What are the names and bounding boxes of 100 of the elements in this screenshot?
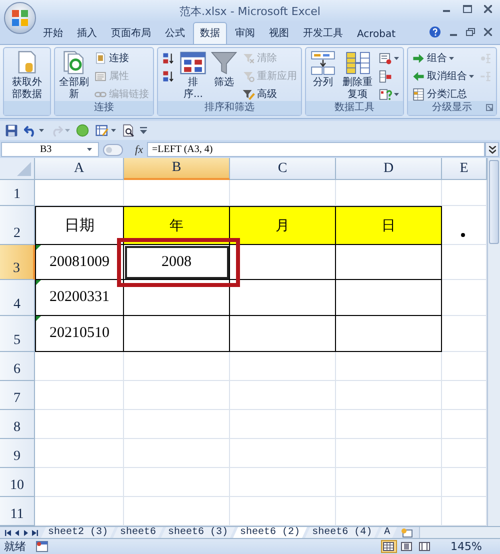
table-cell[interactable] xyxy=(230,245,336,280)
table-cell[interactable] xyxy=(336,245,442,280)
column-header[interactable]: A xyxy=(35,158,124,180)
ribbon-button[interactable]: 连接 xyxy=(92,49,152,67)
row-header[interactable]: 3 xyxy=(0,245,35,280)
column-header[interactable]: D xyxy=(336,158,442,180)
table-cell[interactable]: 日 xyxy=(336,206,442,245)
help-icon[interactable] xyxy=(429,26,441,38)
ribbon-tab[interactable]: 开发工具 xyxy=(297,23,349,44)
table-cell[interactable] xyxy=(230,316,336,352)
ribbon-tab[interactable]: 数据 xyxy=(193,22,227,44)
ribbon-tab[interactable]: Acrobat xyxy=(351,26,402,44)
round-button-icon[interactable] xyxy=(103,144,123,156)
sort-ascending-icon xyxy=(162,52,176,64)
normal-view-icon xyxy=(383,542,394,551)
show-detail-icon xyxy=(479,52,492,64)
window-title: 范本.xlsx - Microsoft Excel xyxy=(180,4,320,18)
row-header[interactable]: 6 xyxy=(0,352,35,381)
row-header[interactable]: 4 xyxy=(0,280,35,316)
remove-duplicates-icon xyxy=(344,50,371,76)
close-icon[interactable] xyxy=(484,28,492,36)
ribbon-tab[interactable]: 页面布局 xyxy=(105,23,157,44)
sheet-tab[interactable]: sheet2 (3) xyxy=(41,527,116,538)
table-cell[interactable]: 20200331 xyxy=(35,280,124,316)
table-cell[interactable]: 2008 xyxy=(124,245,230,280)
sheet-tab[interactable]: sheet6 (4) xyxy=(305,527,380,538)
table-cell[interactable] xyxy=(230,280,336,316)
sheet-tab[interactable]: sheet6 (3) xyxy=(161,527,236,538)
toolbar-button[interactable] xyxy=(4,123,19,138)
circle-icon xyxy=(76,124,89,137)
select-all-icon[interactable] xyxy=(17,162,31,176)
table-cell[interactable] xyxy=(124,316,230,352)
table-cell[interactable]: 20210510 xyxy=(35,316,124,352)
group-label: 分级显示 xyxy=(408,101,496,115)
arrow-right-icon xyxy=(412,52,425,64)
caret-icon xyxy=(87,148,92,151)
sheet-tab[interactable]: sheet6 (2) xyxy=(233,527,308,538)
view-button[interactable] xyxy=(380,540,397,553)
ribbon-tab[interactable]: 审阅 xyxy=(229,23,261,44)
row-header[interactable]: 5 xyxy=(0,316,35,352)
table-cell[interactable]: 日期 xyxy=(35,206,124,245)
toolbar-button[interactable] xyxy=(121,123,136,138)
ribbon-button[interactable]: 高级 xyxy=(240,85,300,101)
toolbar-button[interactable] xyxy=(23,123,45,138)
macro-record-icon[interactable] xyxy=(36,541,48,552)
sheet-tab[interactable]: A xyxy=(377,527,398,538)
view-button[interactable] xyxy=(416,540,433,553)
maximize-icon[interactable] xyxy=(463,5,472,13)
table-cell[interactable]: 年 xyxy=(124,206,230,245)
sheet-nav-icon[interactable] xyxy=(32,530,38,536)
formula-field[interactable]: =LEFT (A3, 4) xyxy=(147,142,485,157)
row-header[interactable]: 9 xyxy=(0,439,35,468)
function-label[interactable]: fx xyxy=(135,144,143,156)
caret-icon xyxy=(39,129,44,132)
arrow-left-icon xyxy=(412,70,425,82)
close-icon[interactable] xyxy=(484,5,492,13)
row-header[interactable]: 2 xyxy=(0,206,35,245)
sheet-tab[interactable]: sheet6 xyxy=(113,527,164,538)
zoom-level[interactable]: 145% xyxy=(450,540,482,553)
group-label: 排序和筛选 xyxy=(158,101,302,115)
vertical-scrollbar[interactable] xyxy=(487,158,500,526)
ribbon-button[interactable]: 删除重复项 xyxy=(339,49,376,101)
name-box[interactable]: B3 xyxy=(1,142,99,157)
row-header[interactable]: 11 xyxy=(0,497,35,526)
ribbon-button[interactable]: 组合 xyxy=(410,49,476,67)
table-cell[interactable]: 月 xyxy=(230,206,336,245)
table-cell[interactable] xyxy=(124,280,230,316)
ribbon-button[interactable]: 取消组合 xyxy=(410,67,476,85)
ribbon-button[interactable]: 筛选 xyxy=(209,49,240,90)
row-header[interactable]: 1 xyxy=(0,180,35,206)
ribbon-button[interactable]: 分列 xyxy=(308,49,338,90)
caret-icon xyxy=(65,129,70,132)
dot-mark xyxy=(461,233,465,237)
ribbon-button[interactable]: 排序... xyxy=(178,49,208,101)
launcher-icon[interactable] xyxy=(486,104,493,111)
status-text: 就绪 xyxy=(4,539,26,554)
ribbon-tab[interactable]: 视图 xyxy=(263,23,295,44)
table-cell[interactable] xyxy=(336,280,442,316)
expand-button[interactable] xyxy=(485,142,499,157)
view-button[interactable] xyxy=(398,540,415,553)
ribbon-tab[interactable]: 插入 xyxy=(71,23,103,44)
row-header[interactable]: 10 xyxy=(0,468,35,497)
row-header[interactable]: 7 xyxy=(0,381,35,410)
save-icon xyxy=(5,124,18,137)
restore-icon[interactable] xyxy=(466,28,475,36)
column-header[interactable]: E xyxy=(442,158,487,180)
ribbon-tab[interactable]: 公式 xyxy=(159,23,191,44)
insert-sheet-icon[interactable] xyxy=(401,528,414,538)
page-layout-icon xyxy=(401,542,412,551)
table-cell[interactable]: 20081009 xyxy=(35,245,124,280)
column-header[interactable]: C xyxy=(230,158,336,180)
toolbar-button[interactable] xyxy=(94,123,117,138)
row-header[interactable]: 8 xyxy=(0,410,35,439)
horizontal-scrollbar[interactable] xyxy=(419,527,500,538)
sheet-nav-icon[interactable] xyxy=(5,530,11,536)
what-if-icon xyxy=(379,88,392,100)
column-header[interactable]: B xyxy=(124,158,230,180)
ribbon-tab[interactable]: 开始 xyxy=(37,23,69,44)
customize-caret-icon[interactable] xyxy=(140,127,147,134)
table-cell[interactable] xyxy=(336,316,442,352)
